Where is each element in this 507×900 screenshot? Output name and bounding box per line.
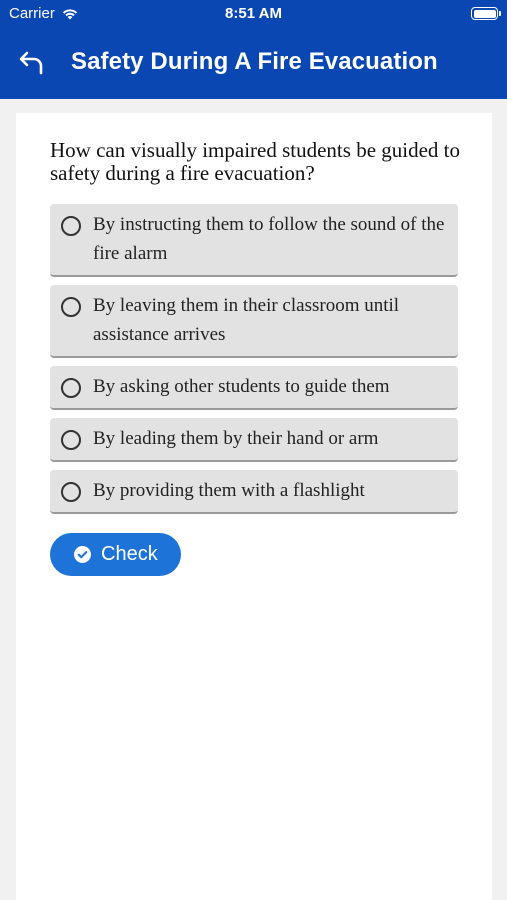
answer-option-label: By leaving them in their classroom until… <box>93 295 400 345</box>
radio-button[interactable] <box>61 430 81 450</box>
check-button[interactable]: Check <box>50 533 181 576</box>
answer-option-label: By instructing them to follow the sound … <box>93 214 445 264</box>
battery-icon <box>471 7 501 20</box>
radio-button[interactable] <box>61 216 81 236</box>
status-bar: Carrier 8:51 AM <box>0 0 507 28</box>
back-arrow-icon <box>19 51 43 75</box>
radio-button[interactable] <box>61 482 81 502</box>
radio-button[interactable] <box>61 378 81 398</box>
answer-option[interactable]: By providing them with a flashlight <box>50 470 458 514</box>
answer-option[interactable]: By leading them by their hand or arm <box>50 418 458 462</box>
answer-option-label: By asking other students to guide them <box>93 376 390 397</box>
status-time: 8:51 AM <box>225 5 282 22</box>
answer-option[interactable]: By leaving them in their classroom until… <box>50 285 458 358</box>
radio-button[interactable] <box>61 297 81 317</box>
page-title: Safety During A Fire Evacuation <box>71 48 438 75</box>
answer-options: By instructing them to follow the sound … <box>50 204 458 522</box>
answer-option-label: By leading them by their hand or arm <box>93 428 379 449</box>
answer-option[interactable]: By instructing them to follow the sound … <box>50 204 458 277</box>
answer-option[interactable]: By asking other students to guide them <box>50 366 458 410</box>
check-button-label: Check <box>101 543 158 565</box>
check-circle-icon <box>74 546 91 563</box>
question-text: How can visually impaired students be gu… <box>50 138 461 185</box>
back-button[interactable] <box>17 48 47 78</box>
quiz-card: How can visually impaired students be gu… <box>16 113 492 900</box>
app-header: Carrier 8:51 AM Safety During A Fire Eva… <box>0 0 507 99</box>
answer-option-label: By providing them with a flashlight <box>93 480 365 501</box>
